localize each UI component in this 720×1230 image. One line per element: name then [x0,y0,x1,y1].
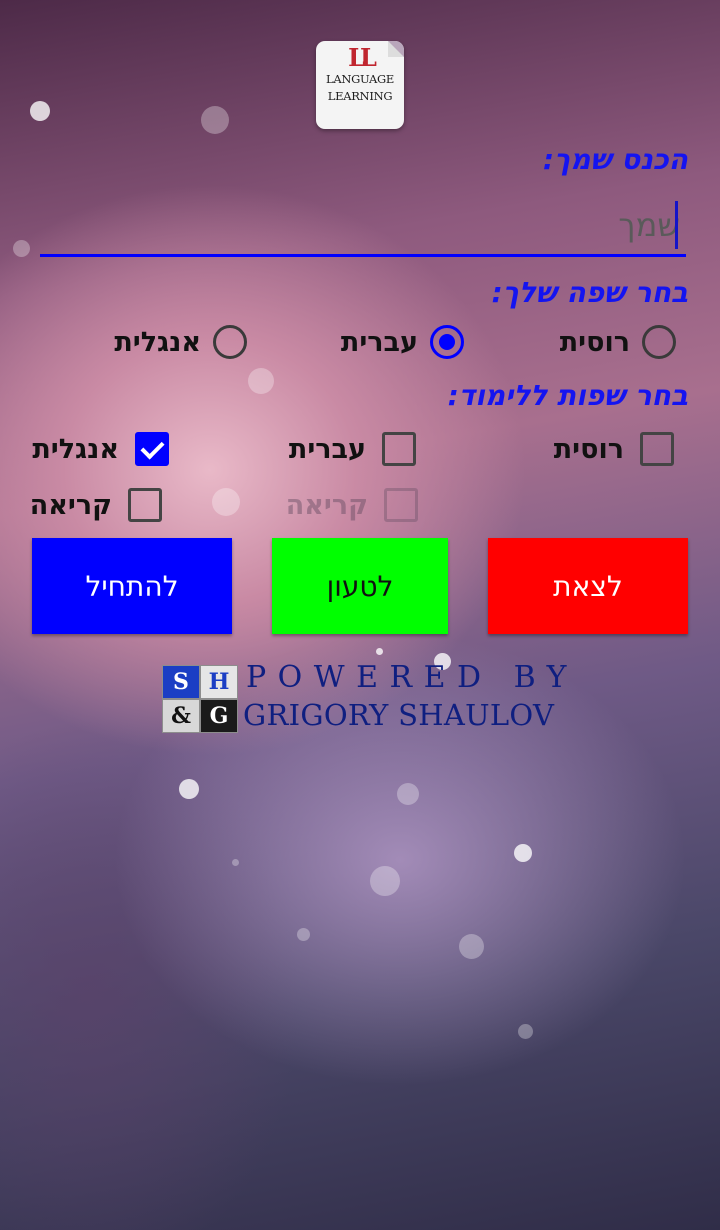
logo-line-2: LEARNING [327,89,393,103]
bokeh-dot [179,779,199,799]
start-button[interactable]: להתחיל [32,538,232,634]
powered-by-text: POWERED BY [246,660,578,695]
native-language-label: בחר שפה שלך: [491,276,688,309]
bokeh-dot [518,1024,533,1039]
radio-label: עברית [340,326,418,358]
checkbox-reading-hebrew: קריאה [286,488,418,522]
radio-hebrew[interactable]: עברית [341,325,464,359]
checkbox-label: עברית [288,433,366,465]
text-cursor [675,201,678,249]
app-logo: LL LANGUAGE LEARNING [316,41,404,129]
checkbox[interactable] [640,432,674,466]
sh-g-logo: S H & G [160,663,240,735]
checkbox-label: קריאה [285,489,368,521]
bokeh-dot [397,783,419,805]
checkbox-checked[interactable] [135,432,169,466]
radio-label: אנגלית [114,326,201,358]
checkbox[interactable] [382,432,416,466]
radio-russian[interactable]: רוסית [560,325,676,359]
exit-button[interactable]: לצאת [488,538,688,634]
load-button[interactable]: לטעון [272,538,448,634]
author-name: GRIGORY SHAULOV [243,698,555,732]
bokeh-dot [212,488,240,516]
checkbox-disabled [384,488,418,522]
logo-line-1: LANGUAGE [325,72,394,86]
logo-tile-g: G [200,699,238,733]
logo-tile-amp: & [162,699,200,733]
bokeh-dot [514,844,532,862]
bokeh-dot [376,648,383,655]
bokeh-dot [201,106,229,134]
logo-tile-h: H [200,665,238,699]
bokeh-dot [370,866,400,896]
bokeh-dot [30,101,50,121]
name-input[interactable] [40,196,686,257]
learn-languages-label: בחר שפות ללימוד: [447,379,688,412]
checkbox-hebrew[interactable]: עברית [289,432,416,466]
checkbox-english[interactable]: אנגלית [32,432,169,466]
radio-english[interactable]: אנגלית [114,325,247,359]
checkbox-label: רוסית [553,433,624,465]
bokeh-dot [297,928,310,941]
bokeh-dot [232,859,239,866]
radio-label: רוסית [559,326,630,358]
bokeh-dot [248,368,274,394]
radio-button[interactable] [642,325,676,359]
radio-button-selected[interactable] [430,325,464,359]
checkbox-label: קריאה [29,489,112,521]
radio-button[interactable] [213,325,247,359]
checkbox[interactable] [128,488,162,522]
checkbox-label: אנגלית [32,433,119,465]
page-fold [388,41,404,57]
checkbox-russian[interactable]: רוסית [554,432,674,466]
bokeh-dot [459,934,484,959]
name-label: הכנס שמך: [542,143,688,176]
logo-tile-s: S [162,665,200,699]
checkbox-reading-english[interactable]: קריאה [30,488,162,522]
bokeh-dot [13,240,30,257]
